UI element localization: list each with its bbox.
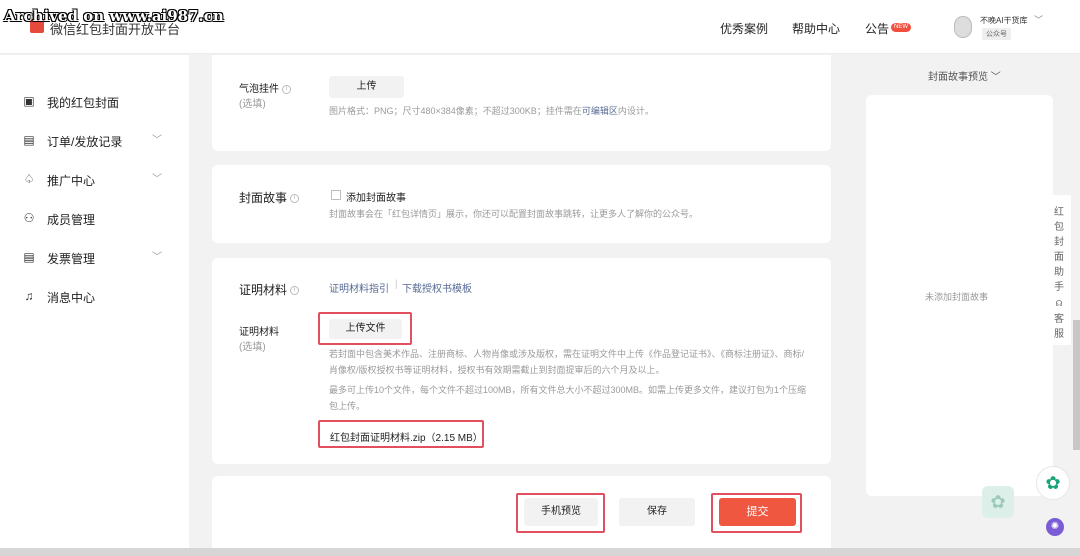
proof-label: 证明材料 i (239, 281, 300, 298)
sidebar-item-members[interactable]: ⚇ 成员管理 (22, 209, 172, 229)
sidebar: ▣ 我的红包封面 ▤ 订单/发放记录 ﹀ ♤ 推广中心 ﹀ ⚇ 成员管理 ▤ 发… (0, 55, 189, 556)
sidebar-item-label: 成员管理 (47, 213, 96, 227)
add-story-label[interactable]: 添加封面故事 (346, 189, 406, 204)
add-story-checkbox[interactable] (331, 190, 341, 200)
chevron-down-icon[interactable]: ﹀ (1034, 13, 1043, 26)
nav-help[interactable]: 帮助中心 (792, 20, 840, 37)
story-hint: 封面故事会在「红包详情页」展示，你还可以配置封面故事跳转，让更多人了解你的公众号… (329, 209, 699, 219)
cover-icon: ▣ (23, 94, 35, 108)
actions-card: 手机预览 保存 提交 (212, 476, 831, 548)
proof-card: 证明材料 i 证明材料指引 | 下载授权书模板 证明材料 (选填) 上传文件 若封… (212, 258, 831, 464)
cover-story-card: 封面故事 i 添加封面故事 封面故事会在「红包详情页」展示，你还可以配置封面故事跳… (212, 165, 831, 243)
avatar[interactable] (954, 16, 972, 38)
chatgpt-icon[interactable]: ✿ (1036, 466, 1070, 500)
sidebar-item-messages[interactable]: ♫ 消息中心 (22, 287, 172, 307)
sidebar-item-label: 发票管理 (47, 252, 96, 266)
mobile-preview-button[interactable]: 手机预览 (524, 498, 598, 526)
proof-hint-1: 若封面中包含美术作品、注册商标、人物肖像或涉及版权，需在证明文件中上传《作品登记… (329, 349, 805, 375)
assistant-label[interactable]: 红 包 封 面 助 手 (1053, 205, 1065, 295)
bubble-hint: 图片格式：PNG；尺寸480×384像素；不超过300KB；挂件需在可编辑区内设… (329, 106, 654, 116)
new-badge: NEW (891, 23, 911, 32)
info-icon[interactable]: i (290, 194, 300, 204)
bubble-upload-button[interactable]: 上传 (329, 76, 404, 98)
brain-icon[interactable]: ✺ (1046, 518, 1064, 536)
optional-label: (选填) (239, 99, 266, 110)
uploaded-file-name[interactable]: 红包封面证明材料.zip（2.15 MB） (330, 429, 483, 444)
bubble-pendant-card: 气泡挂件 i (选填) 上传 图片格式：PNG；尺寸480×384像素；不超过30… (212, 55, 831, 151)
info-icon[interactable]: i (282, 84, 291, 94)
sidebar-item-my-covers[interactable]: ▣ 我的红包封面 (22, 92, 172, 112)
submit-button[interactable]: 提交 (719, 498, 796, 526)
sidebar-item-label: 订单/发放记录 (47, 135, 123, 149)
order-icon: ▤ (23, 133, 35, 147)
story-label: 封面故事 i (239, 189, 300, 206)
account-type-badge: 公众号 (982, 28, 1011, 40)
sidebar-item-label: 消息中心 (47, 291, 96, 305)
editable-area-link[interactable]: 可编辑区 (582, 106, 618, 116)
proof-hint-2: 最多可上传10个文件，每个文件不超过100MB，所有文件总大小不超过300MB。… (329, 385, 807, 411)
account-name[interactable]: 不晚AI干货库 (980, 15, 1028, 26)
chevron-down-icon: ﹀ (990, 72, 1001, 83)
optional-label: (选填) (239, 342, 266, 353)
upload-file-button[interactable]: 上传文件 (329, 319, 402, 339)
vertical-scrollbar[interactable] (1073, 320, 1080, 450)
invoice-icon: ▤ (23, 250, 35, 264)
preview-empty-text: 未添加封面故事 (925, 292, 989, 302)
top-bar: Archived on www.ai987.cn 微信红包封面开放平台 优秀案例… (0, 0, 1080, 54)
sidebar-item-label: 我的红包封面 (47, 96, 120, 110)
members-icon: ⚇ (23, 211, 35, 225)
preview-dropdown[interactable]: 封面故事预览 ﹀ (928, 68, 1001, 83)
customer-service-label[interactable]: 客 服 (1053, 312, 1065, 342)
divider: | (395, 279, 398, 290)
bubble-label: 气泡挂件 i (239, 80, 291, 95)
nav-notice[interactable]: 公告 (865, 20, 889, 37)
faded-chatbot-icon: ✿ (982, 486, 1014, 518)
proof-guide-link[interactable]: 证明材料指引 (329, 280, 389, 295)
save-button[interactable]: 保存 (619, 498, 695, 526)
sidebar-item-orders[interactable]: ▤ 订单/发放记录 ﹀ (22, 131, 172, 151)
sidebar-item-invoices[interactable]: ▤ 发票管理 ﹀ (22, 248, 172, 268)
download-template-link[interactable]: 下载授权书模板 (402, 280, 472, 295)
bell-icon: ♫ (24, 289, 34, 303)
sidebar-item-label: 推广中心 (47, 174, 96, 188)
horizontal-scrollbar[interactable] (0, 548, 1080, 556)
promote-icon: ♤ (23, 172, 35, 186)
info-icon[interactable]: i (290, 286, 300, 296)
headset-icon[interactable]: ☊ (1053, 296, 1065, 311)
chevron-down-icon: ﹀ (152, 252, 162, 263)
proof-field-label: 证明材料 (239, 327, 279, 338)
sidebar-item-promotion[interactable]: ♤ 推广中心 ﹀ (22, 170, 172, 190)
chevron-down-icon: ﹀ (152, 135, 162, 146)
nav-cases[interactable]: 优秀案例 (720, 20, 768, 37)
chevron-down-icon: ﹀ (152, 174, 162, 185)
watermark: Archived on www.ai987.cn (4, 7, 224, 25)
